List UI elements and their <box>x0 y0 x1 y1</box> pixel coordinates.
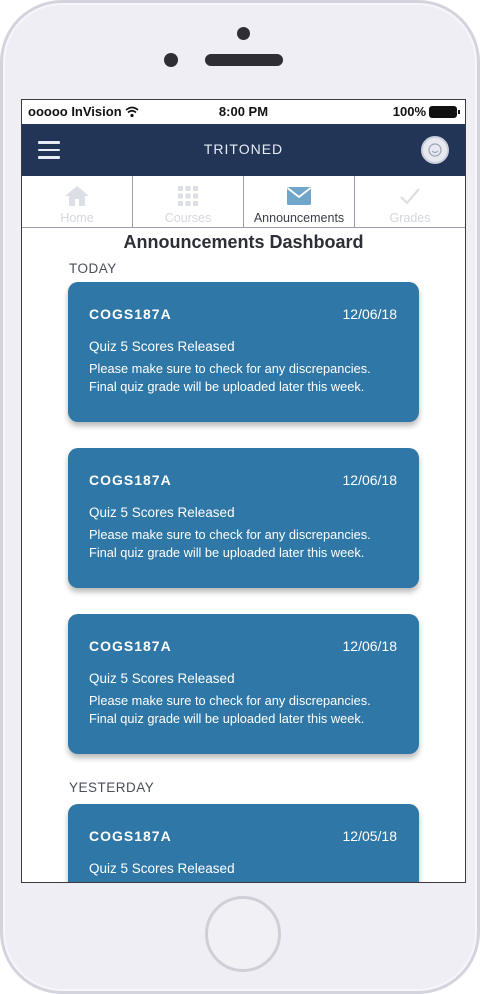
tab-bar: Home Courses Announcements Grades <box>22 176 465 228</box>
battery-icon <box>429 105 460 118</box>
card-course: COGS187A <box>89 828 172 844</box>
card-body: Please make sure to check for any discre… <box>89 693 371 726</box>
smiley-icon <box>428 143 442 157</box>
card-body: Please make sure to check for any discre… <box>89 361 371 394</box>
card-date: 12/05/18 <box>342 828 398 844</box>
card-title: Quiz 5 Scores Released <box>89 861 235 876</box>
home-icon <box>64 184 90 208</box>
tab-courses[interactable]: Courses <box>133 176 244 227</box>
status-bar: ooooo InVision 8:00 PM 100% <box>22 100 465 124</box>
phone-frame: ooooo InVision 8:00 PM 100% TRITONED Hom… <box>0 0 480 994</box>
card-date: 12/06/18 <box>342 306 398 322</box>
announcement-card[interactable]: COGS187A 12/06/18 Quiz 5 Scores Released… <box>68 282 419 422</box>
tab-home[interactable]: Home <box>22 176 133 227</box>
envelope-icon <box>286 184 312 208</box>
speaker-dot <box>237 27 250 40</box>
page-title: Announcements Dashboard <box>123 232 364 252</box>
battery-percent: 100% <box>392 104 426 119</box>
section-today-label: TODAY <box>69 261 117 276</box>
app-header: TRITONED <box>22 124 465 176</box>
announcement-card[interactable]: COGS187A 12/06/18 Quiz 5 Scores Released… <box>68 614 419 754</box>
section-yesterday-label: YESTERDAY <box>69 780 155 795</box>
status-battery-group: 100% <box>392 104 460 119</box>
card-body: Please make sure to check for any discre… <box>89 527 371 560</box>
home-button[interactable] <box>205 896 281 972</box>
tab-announcements[interactable]: Announcements <box>244 176 355 227</box>
grid-icon <box>175 184 201 208</box>
tab-grades[interactable]: Grades <box>355 176 465 227</box>
announcement-card[interactable]: COGS187A 12/05/18 Quiz 5 Scores Released <box>68 804 419 882</box>
card-title: Quiz 5 Scores Released <box>89 671 235 686</box>
tab-label: Grades <box>389 211 431 225</box>
card-course: COGS187A <box>89 638 172 654</box>
card-course: COGS187A <box>89 472 172 488</box>
card-title: Quiz 5 Scores Released <box>89 339 235 354</box>
tab-label: Courses <box>164 211 212 225</box>
tab-label: Announcements <box>253 211 345 225</box>
avatar[interactable] <box>421 136 449 164</box>
card-date: 12/06/18 <box>342 472 398 488</box>
tab-label: Home <box>60 211 94 225</box>
app-title: TRITONED <box>203 141 284 157</box>
front-camera <box>164 53 178 67</box>
card-date: 12/06/18 <box>342 638 398 654</box>
announcement-card[interactable]: COGS187A 12/06/18 Quiz 5 Scores Released… <box>68 448 419 588</box>
checkmark-icon <box>397 184 423 208</box>
card-title: Quiz 5 Scores Released <box>89 505 235 520</box>
card-course: COGS187A <box>89 306 172 322</box>
earpiece <box>205 54 283 66</box>
screen: ooooo InVision 8:00 PM 100% TRITONED Hom… <box>21 99 466 883</box>
